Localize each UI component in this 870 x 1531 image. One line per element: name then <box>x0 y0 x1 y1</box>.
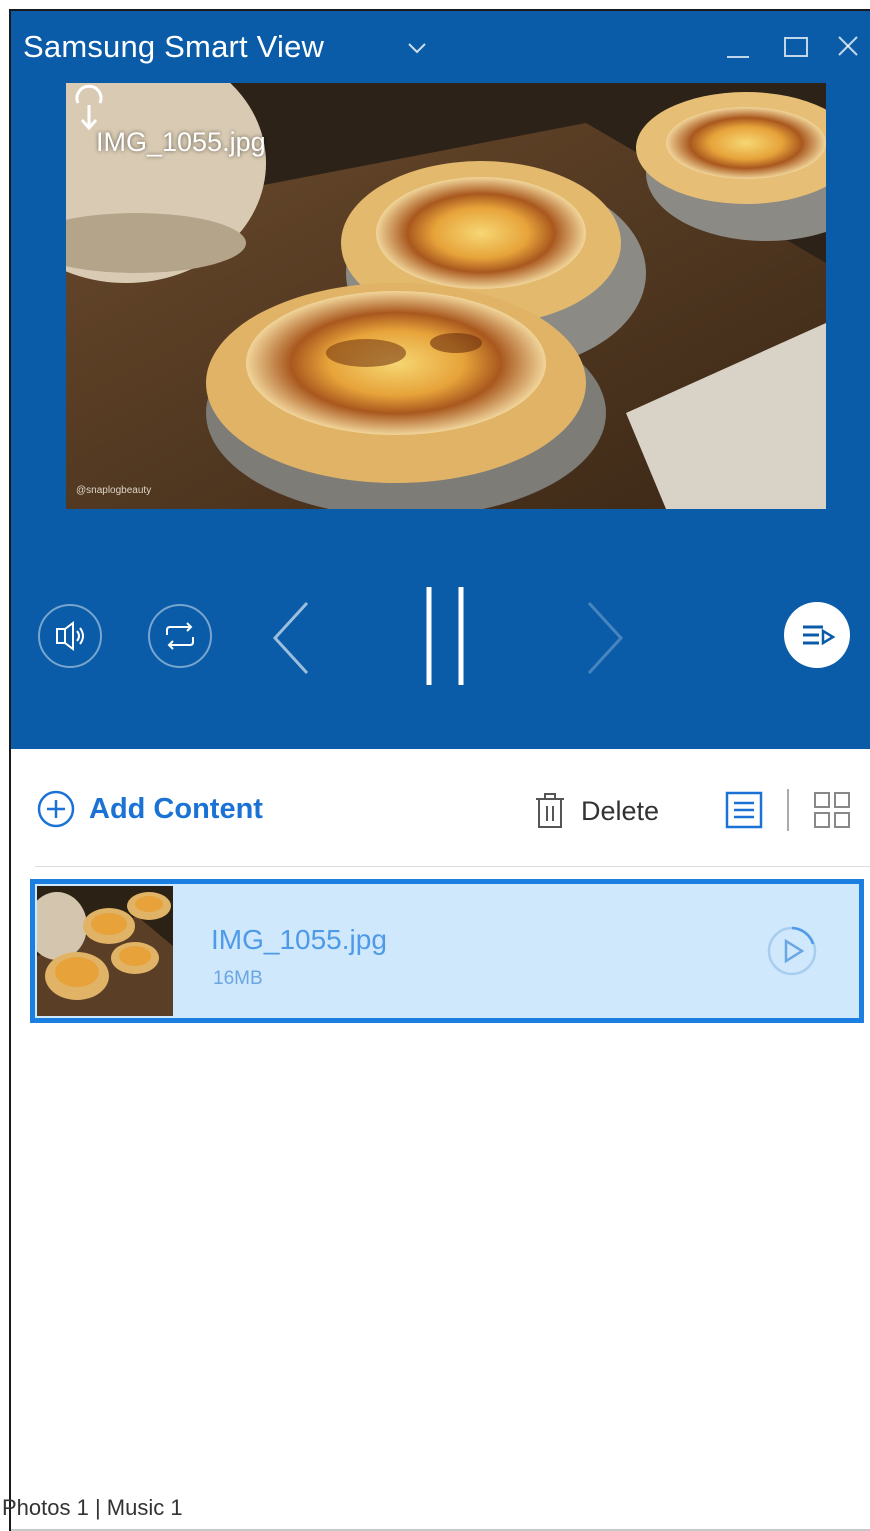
preview-filename: IMG_1055.jpg <box>96 127 266 157</box>
delete-label: Delete <box>581 795 660 826</box>
content-toolbar: Add Content Delete <box>11 771 870 841</box>
photo-preview: IMG_1055.jpg @snaplogbeauty <box>66 83 826 509</box>
minimize-icon[interactable] <box>723 35 753 61</box>
plus-circle-icon <box>37 790 75 828</box>
trash-icon <box>536 793 564 828</box>
item-filesize: 16MB <box>213 968 263 989</box>
maximize-icon[interactable] <box>781 35 811 61</box>
list-item[interactable]: IMG_1055.jpg 16MB <box>30 879 864 1023</box>
pause-icon[interactable] <box>415 581 475 691</box>
item-filename: IMG_1055.jpg <box>211 924 387 955</box>
grid-view-icon[interactable] <box>813 791 851 829</box>
play-icon[interactable] <box>765 924 819 978</box>
close-icon[interactable] <box>833 35 863 61</box>
next-icon[interactable] <box>583 599 627 677</box>
chevron-down-icon[interactable] <box>407 41 427 55</box>
player-panel: Samsung Smart View IMG_1055.jpg @snaplog… <box>11 11 870 749</box>
title-bar[interactable]: Samsung Smart View <box>11 11 870 81</box>
toolbar-separator <box>35 866 870 867</box>
list-view-icon[interactable] <box>725 791 763 829</box>
repeat-icon[interactable] <box>147 603 213 669</box>
add-content-button[interactable]: Add Content <box>37 789 263 829</box>
status-summary: Photos 1 | Music 1 <box>2 1495 183 1520</box>
playlist-icon[interactable] <box>783 601 851 669</box>
view-toggle-divider <box>787 789 789 831</box>
volume-icon[interactable] <box>37 603 103 669</box>
rotate-icon[interactable] <box>66 83 112 133</box>
add-content-label: Add Content <box>89 792 263 825</box>
item-thumbnail <box>37 886 173 1016</box>
previous-icon[interactable] <box>269 599 313 677</box>
app-title: Samsung Smart View <box>23 29 325 64</box>
delete-button[interactable]: Delete <box>533 791 659 831</box>
photo-watermark: @snaplogbeauty <box>76 485 152 496</box>
smart-view-window: Samsung Smart View IMG_1055.jpg @snaplog… <box>2 9 870 1531</box>
playback-controls <box>11 581 870 701</box>
